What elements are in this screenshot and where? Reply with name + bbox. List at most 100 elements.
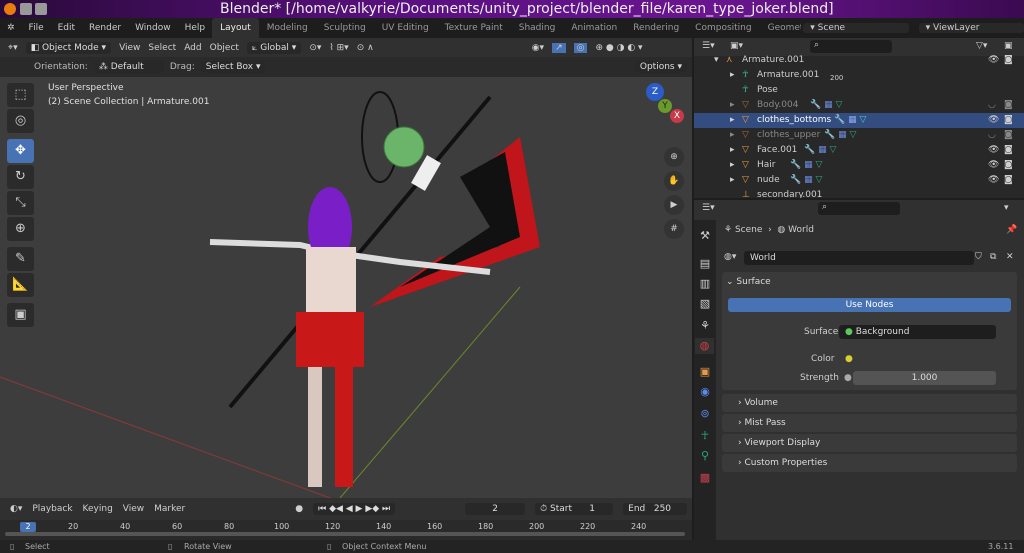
gizmo-x[interactable]: X [670,109,684,123]
properties-editor-icon[interactable]: ☰▾ [702,203,715,213]
orientation-dropdown[interactable]: ⁂ Default [93,61,164,73]
tab-geometry-nodes[interactable]: Geometry Noc [760,23,802,33]
world-name-field[interactable]: World [744,251,974,265]
menu-playback[interactable]: Playback [32,504,72,514]
menu-file[interactable]: File [22,23,51,33]
unlink-icon[interactable]: ✕ [1006,252,1014,262]
menu-object[interactable]: Object [210,43,239,53]
3d-viewport[interactable]: User Perspective (2) Scene Collection | … [0,77,692,498]
fake-user-icon[interactable]: ⛉ [975,252,982,262]
tab-uv-editing[interactable]: UV Editing [374,23,437,33]
gizmo-y[interactable]: Y [658,99,672,113]
outliner-item-selected[interactable]: ▸ ▽ clothes_bottoms 🔧 ▦ ▽ 👁 ◙ [694,113,1024,128]
new-collection-icon[interactable]: ▣ [1004,41,1013,51]
object-data-tab-icon[interactable]: ☥ [697,428,713,444]
camera-render-icon[interactable]: ◙ [1004,128,1013,143]
start-frame-field[interactable]: ⏱ Start 1 [535,503,614,515]
pivot-icon[interactable]: ⊙▾ [309,43,321,53]
expand-arrow[interactable]: ▸ [730,68,735,83]
menu-add[interactable]: Add [184,43,201,53]
editor-type-icon[interactable]: ⌖▾ [8,43,18,53]
add-cube-tool[interactable]: ▣ [7,303,34,327]
tool-tab-icon[interactable]: ⚒ [697,228,713,244]
minimize-button[interactable] [20,3,32,15]
pin-icon[interactable]: 📌 [1006,225,1017,235]
menu-render[interactable]: Render [82,23,128,33]
menu-help[interactable]: Help [178,23,213,33]
menu-keying[interactable]: Keying [83,504,113,514]
filter-view-icon[interactable]: ▣▾ [730,41,743,51]
tab-layout[interactable]: Layout [212,18,259,38]
view-layer-selector[interactable]: ▾ ViewLayer [918,23,1024,33]
tab-compositing[interactable]: Compositing [687,23,759,33]
drag-dropdown[interactable]: Select Box ▾ [200,61,266,73]
object-tab-icon[interactable]: ▣ [697,364,713,380]
outliner-item[interactable]: ▸ ▽ clothes_upper 🔧 ▦ ▽ ◡ ◙ [694,128,1024,143]
camera-render-icon[interactable]: ◙ [1004,143,1013,158]
outliner-item[interactable]: ☥ Pose [694,83,1024,98]
playhead[interactable]: 2 [20,522,36,532]
tab-rendering[interactable]: Rendering [625,23,687,33]
texture-tab-icon[interactable]: ▩ [697,470,713,486]
menu-window[interactable]: Window [128,23,178,33]
eye-icon[interactable]: 👁 [988,53,999,68]
proportional-edit-icon[interactable]: ⊙ ∧ [357,43,374,53]
tab-shading[interactable]: Shading [511,23,564,33]
eye-icon[interactable]: 👁 [988,158,999,173]
eye-icon[interactable]: 👁 [988,173,999,188]
camera-render-icon[interactable]: ◙ [1004,98,1013,113]
outliner-item[interactable]: ⊥ secondary.001 [694,188,1024,198]
playback-controls[interactable]: ⏮ ◆◀ ◀ ▶ ▶◆ ⏭ [313,503,396,515]
use-nodes-button[interactable]: Use Nodes [728,298,1011,312]
blender-menu-icon[interactable]: ✲ [0,23,22,33]
grid-icon[interactable]: # [664,219,684,239]
options-chevron-icon[interactable]: ▾ [1004,203,1009,213]
outliner-item[interactable]: ▸ ▽ Body.004 🔧 ▦ ▽ ◡ ◙ [694,98,1024,113]
eye-icon[interactable]: 👁 [988,143,999,158]
outliner-search-input[interactable]: ⌕ [810,40,892,53]
mist-pass-panel[interactable]: › Mist Pass [722,414,1017,432]
scale-tool[interactable]: ⤡ [7,191,34,215]
select-tool[interactable]: ⬚ [7,83,34,107]
options-dropdown[interactable]: Options ▾ [634,61,687,73]
transform-tool[interactable]: ⊕ [7,217,34,241]
timeline-track[interactable]: 2 20 40 60 80 100 120 140 160 180 200 22… [0,520,692,540]
bone-tab-icon[interactable]: ⚲ [697,448,713,464]
outliner-item[interactable]: ▸ ▽ Hair 🔧 ▦ ▽ 👁 ◙ [694,158,1024,173]
camera-render-icon[interactable]: ◙ [1004,158,1013,173]
tab-texture-paint[interactable]: Texture Paint [437,23,511,33]
world-tab-icon[interactable]: ◍ [695,338,714,354]
measure-tool[interactable]: 📐 [7,273,34,297]
menu-edit[interactable]: Edit [51,23,82,33]
annotate-tool[interactable]: ✎ [7,247,34,271]
view-layer-tab-icon[interactable]: ▧ [697,296,713,312]
move-tool[interactable]: ✥ [7,139,34,163]
maximize-button[interactable] [35,3,47,15]
timeline-editor-icon[interactable]: ◐▾ [10,504,22,514]
camera-render-icon[interactable]: ◙ [1004,173,1013,188]
display-mode-icon[interactable]: ☰▾ [702,41,715,51]
pan-hand-icon[interactable]: ✋ [664,171,684,191]
timeline-scrollbar[interactable] [5,532,685,536]
camera-icon[interactable]: ▶ [664,195,684,215]
end-frame-field[interactable]: End 250 [623,503,688,515]
overlay-toggle-icon[interactable]: ◎ [573,42,588,53]
camera-render-icon[interactable]: ◙ [1004,53,1013,68]
viewport-display-panel[interactable]: › Viewport Display [722,434,1017,452]
eye-closed-icon[interactable]: ◡ [988,98,996,113]
rotate-tool[interactable]: ↻ [7,165,34,189]
scene-selector[interactable]: ▾ Scene [803,23,909,33]
surface-shader-field[interactable]: ● Background [839,325,996,339]
outliner-item[interactable]: ▾ ⋏ Armature.001 👁 ◙ [694,53,1024,68]
properties-search-input[interactable]: ⌕ [818,202,900,215]
mode-selector[interactable]: ◧ Object Mode ▾ [25,41,112,54]
surface-panel-header[interactable]: ⌄ Surface [726,277,771,287]
gizmo-toggle-icon[interactable]: ↗ [552,42,566,53]
current-frame-field[interactable]: 2 [465,503,526,515]
menu-timeline-view[interactable]: View [123,504,144,514]
render-tab-icon[interactable]: ▤ [697,256,713,272]
constraints-tab-icon[interactable]: ⊚ [697,406,713,422]
transform-orientation[interactable]: ⟀ Global ▾ [246,41,302,54]
outliner-item[interactable]: ▸ ☥ Armature.001 200 [694,68,1024,83]
camera-render-icon[interactable]: ◙ [1004,113,1013,128]
